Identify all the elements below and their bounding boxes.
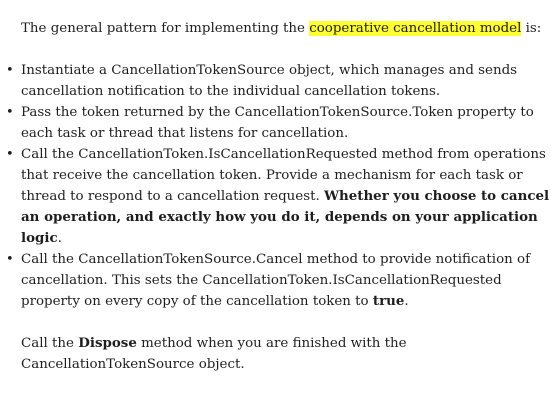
outro-paragraph: Call the Dispose method when you are fin… [21,333,551,375]
steps-list: • Instantiate a CancellationTokenSource o… [6,60,551,312]
dispose-keyword: Dispose [78,335,137,351]
intro-text-after: is: [521,21,542,36]
list-item: • Call the CancellationToken.IsCancellati… [6,144,551,249]
outro-text-before: Call the [21,336,79,351]
list-item: • Pass the token returned by the Cancella… [6,102,551,144]
bullet-icon: • [6,147,14,162]
highlighted-phrase: cooperative cancellation model [309,21,522,36]
list-item: • Instantiate a CancellationTokenSource o… [6,60,551,102]
step-text-end: . [404,294,409,309]
step-text: Call the CancellationTokenSource.Cancel … [21,252,531,309]
intro-text-before: The general pattern for implementing the [21,21,310,36]
step-text: Instantiate a CancellationTokenSource ob… [21,63,518,99]
intro-paragraph: The general pattern for implementing the… [21,18,551,39]
bullet-icon: • [6,252,14,267]
bullet-icon: • [6,63,14,78]
step-bold-text: true [372,293,405,309]
article-body: The general pattern for implementing the… [6,18,551,375]
list-item: • Call the CancellationTokenSource.Cancel… [6,249,551,312]
step-text-end: . [57,231,62,246]
bullet-icon: • [6,105,14,120]
step-text: Pass the token returned by the Cancellat… [21,105,534,141]
